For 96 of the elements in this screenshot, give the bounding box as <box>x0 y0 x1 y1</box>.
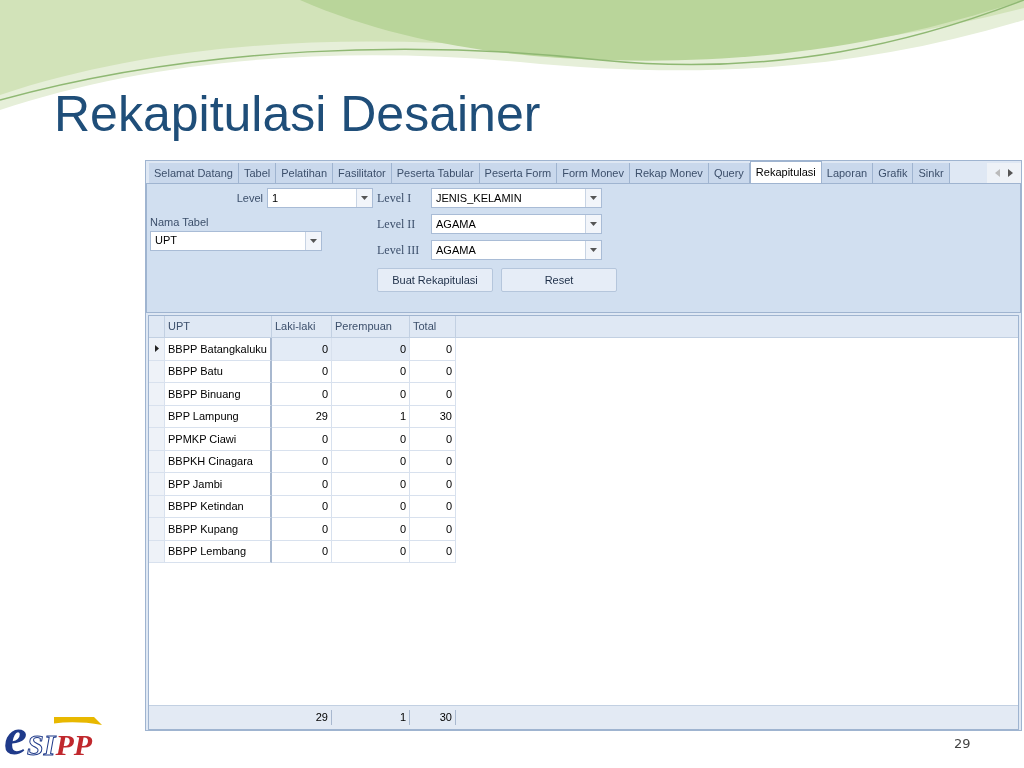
level-label: Level I <box>377 190 413 207</box>
logo-letter: PP <box>55 728 93 762</box>
table-cell: 0 <box>272 383 332 406</box>
table-cell: 0 <box>272 518 332 541</box>
table-cell: 30 <box>410 405 456 428</box>
table-cell: 0 <box>410 383 456 406</box>
logo-letter: e <box>4 712 28 762</box>
table-cell: PPMKP Ciawi <box>165 428 272 451</box>
table-cell: BBPP Kupang <box>165 518 272 541</box>
table-cell: 0 <box>332 540 410 563</box>
row-pointer-icon <box>154 345 159 353</box>
level-combo[interactable]: JENIS_KELAMIN <box>431 188 602 208</box>
table-cell: 1 <box>332 405 410 428</box>
tab[interactable]: Sinkr <box>913 163 950 183</box>
table-cell: 0 <box>332 338 410 361</box>
tab[interactable]: Grafik <box>873 163 914 183</box>
logo-letter: SI <box>27 728 56 762</box>
level-label: Level <box>236 190 263 206</box>
table-cell: 0 <box>332 428 410 451</box>
table-cell: 0 <box>332 360 410 383</box>
tab[interactable]: Peserta Form <box>479 163 558 183</box>
table-cell: 0 <box>332 518 410 541</box>
combo-value: AGAMA <box>435 244 477 256</box>
level-combo[interactable]: 1 <box>267 188 373 208</box>
column-header[interactable]: Laki-laki <box>272 316 332 337</box>
table-cell: BBPKH Cinagara <box>165 450 272 473</box>
table-cell: 0 <box>410 518 456 541</box>
level-combo[interactable]: AGAMA <box>431 240 602 260</box>
scroll-left-icon[interactable] <box>995 169 1000 177</box>
table-cell: 0 <box>410 540 456 563</box>
table-cell: 0 <box>272 338 332 361</box>
table-cell: 0 <box>410 495 456 518</box>
scroll-right-icon[interactable] <box>1008 169 1013 177</box>
combo-value: AGAMA <box>435 218 477 230</box>
caret-down-icon <box>310 238 317 243</box>
caret-down-icon <box>590 248 597 252</box>
tab[interactable]: Laporan <box>821 163 874 183</box>
action-button[interactable]: Reset <box>501 268 617 292</box>
total-value: 1 <box>399 710 406 726</box>
column-header[interactable]: Total <box>410 316 456 337</box>
total-value: 29 <box>315 710 328 726</box>
table-cell: 0 <box>272 473 332 496</box>
tab[interactable]: Pelatihan <box>276 163 334 183</box>
table-cell: 0 <box>332 495 410 518</box>
table-cell: BBPP Lembang <box>165 540 272 563</box>
nama-tabel-label: Nama Tabel <box>150 215 210 230</box>
dropdown-button[interactable] <box>305 231 321 250</box>
tab[interactable]: Form Monev <box>557 163 630 183</box>
action-button[interactable]: Buat Rekapitulasi <box>377 268 493 292</box>
column-header[interactable]: Perempuan <box>332 316 410 337</box>
table-cell: 0 <box>410 450 456 473</box>
nama-tabel-combo[interactable]: UPT <box>150 230 322 251</box>
table-cell: 29 <box>272 405 332 428</box>
table-cell: 0 <box>332 383 410 406</box>
dropdown-button[interactable] <box>585 241 601 259</box>
table-cell: 0 <box>410 338 456 361</box>
combo-value: 1 <box>271 192 280 204</box>
table-cell: BBPP Binuang <box>165 383 272 406</box>
caret-down-icon <box>590 196 597 200</box>
table-cell: 0 <box>410 428 456 451</box>
combo-value: JENIS_KELAMIN <box>435 192 523 204</box>
level-label: Level III <box>377 242 421 259</box>
caret-down-icon <box>590 222 597 226</box>
combo-value: UPT <box>154 235 178 246</box>
caret-down-icon <box>361 196 368 200</box>
tab[interactable]: Rekapitulasi <box>749 161 822 183</box>
level-label: Level II <box>377 216 417 233</box>
dropdown-button[interactable] <box>585 189 601 207</box>
dropdown-button[interactable] <box>356 189 372 207</box>
row-indicator[interactable] <box>149 338 165 361</box>
table-cell: 0 <box>332 450 410 473</box>
tab[interactable]: Fasilitator <box>333 163 392 183</box>
tab[interactable]: Tabel <box>238 163 277 183</box>
dropdown-button[interactable] <box>585 215 601 233</box>
total-value: 30 <box>439 710 452 726</box>
table-cell: 0 <box>410 360 456 383</box>
table-cell: 0 <box>272 540 332 563</box>
tab[interactable]: Query <box>708 163 750 183</box>
table-cell: 0 <box>272 450 332 473</box>
column-header[interactable]: UPT <box>165 316 272 337</box>
level-combo[interactable]: AGAMA <box>431 214 602 234</box>
table-cell: 0 <box>272 360 332 383</box>
logo-swoosh-icon <box>54 717 102 725</box>
table-cell: BPP Jambi <box>165 473 272 496</box>
table-cell: 0 <box>272 428 332 451</box>
page-number: 29 <box>954 735 971 753</box>
table-cell: BBPP Batu <box>165 360 272 383</box>
tab[interactable]: Selamat Datang <box>149 163 239 183</box>
tab[interactable]: Rekap Monev <box>630 163 709 183</box>
table-cell: BBPP Ketindan <box>165 495 272 518</box>
slide-title: Rekapitulasi Desainer <box>54 85 542 144</box>
table-cell: 0 <box>410 473 456 496</box>
table-cell: BPP Lampung <box>165 405 272 428</box>
table-cell: 0 <box>332 473 410 496</box>
tab[interactable]: Peserta Tabular <box>391 163 480 183</box>
table-cell: 0 <box>272 495 332 518</box>
